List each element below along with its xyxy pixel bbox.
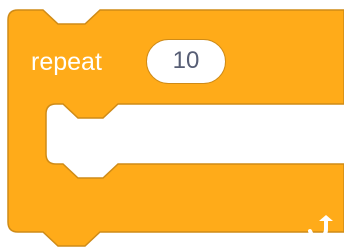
repeat-count-input[interactable]: 10: [146, 39, 226, 84]
repeat-label: repeat: [31, 48, 102, 76]
scratch-repeat-block[interactable]: repeat 10: [0, 0, 344, 250]
rotate-arrow-icon: [308, 215, 333, 239]
repeat-block-shape[interactable]: [0, 0, 344, 250]
